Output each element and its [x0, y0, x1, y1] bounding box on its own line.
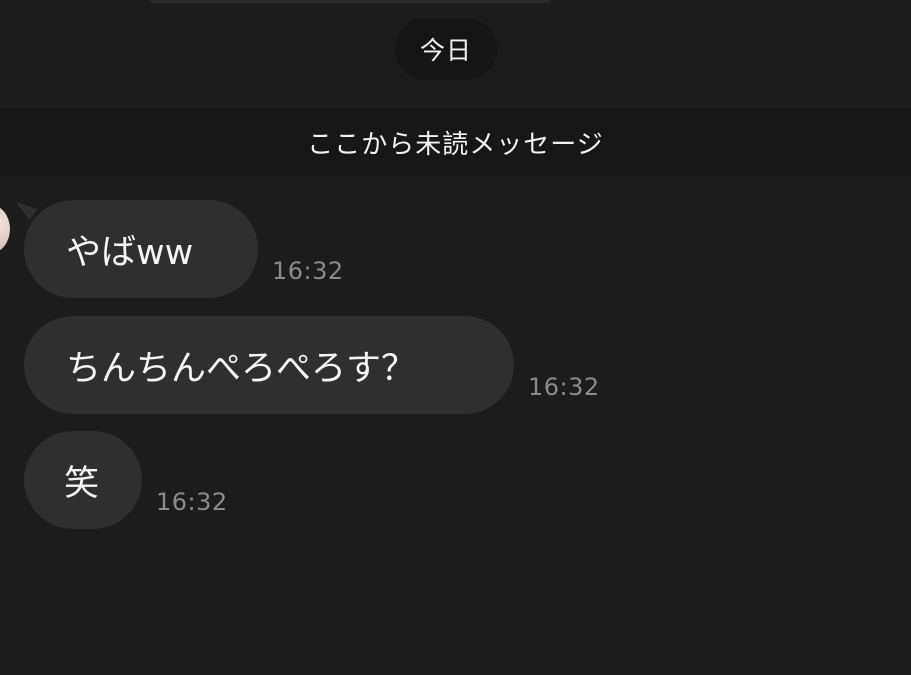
message-timestamp: 16:32	[272, 257, 344, 285]
chat-screen: 今日 ここから未読メッセージ やばww 16:32 ちんちんぺろぺろす？ 16:…	[0, 0, 911, 675]
sender-avatar[interactable]	[0, 205, 10, 253]
message-timestamp: 16:32	[156, 488, 228, 516]
message-bubble[interactable]: 笑	[24, 431, 142, 529]
message-bubble[interactable]: ちんちんぺろぺろす？	[24, 316, 514, 414]
unread-divider: ここから未読メッセージ	[0, 108, 911, 176]
message-text: 笑	[64, 463, 100, 504]
message-text: やばww	[66, 232, 194, 273]
message-text: ちんちんぺろぺろす？	[66, 348, 417, 389]
top-bar-remnant	[0, 0, 911, 4]
date-separator: 今日	[395, 18, 497, 80]
message-timestamp: 16:32	[528, 373, 600, 401]
message-bubble[interactable]: やばww	[24, 200, 258, 298]
